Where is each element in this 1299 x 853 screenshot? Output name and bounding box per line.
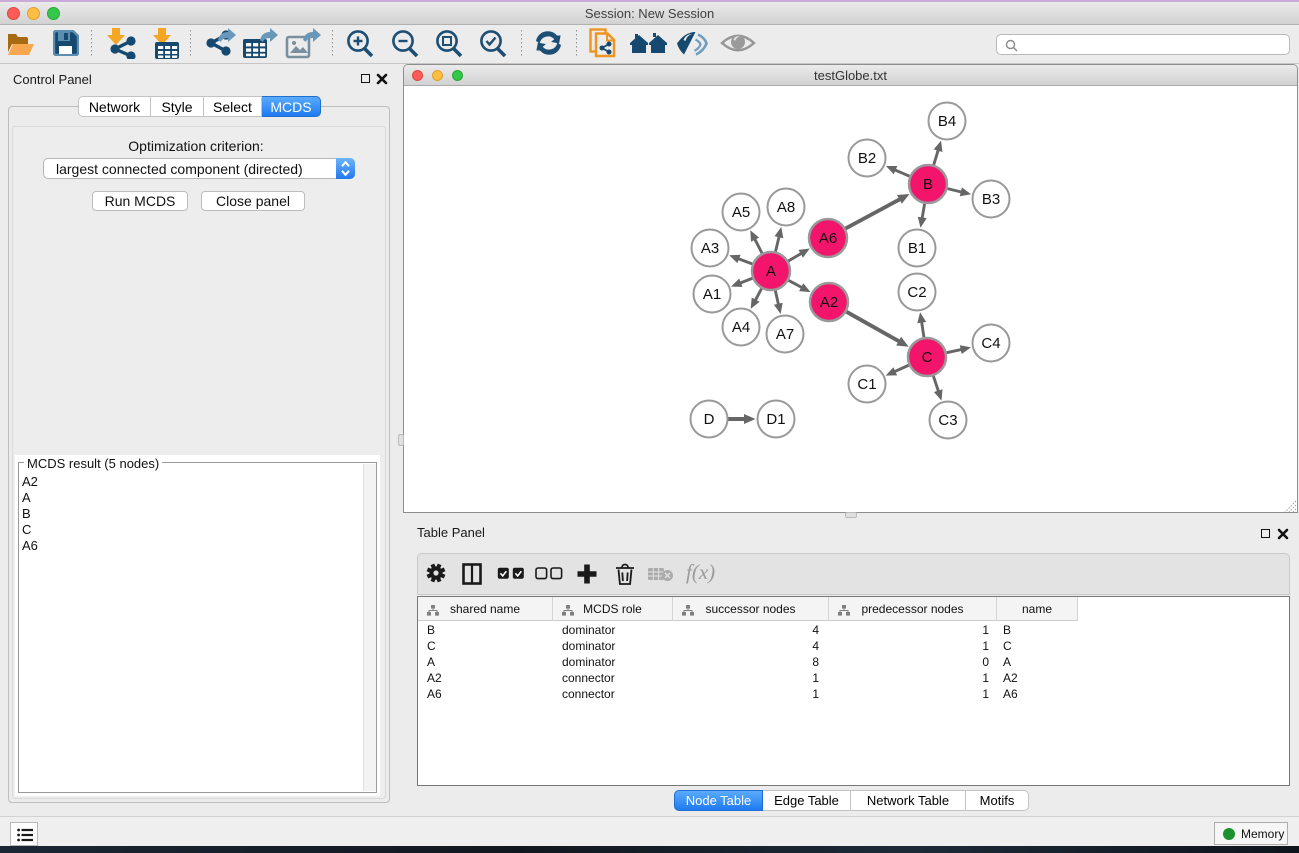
svg-text:D: D xyxy=(704,411,715,428)
svg-text:C3: C3 xyxy=(938,412,957,429)
svg-text:A6: A6 xyxy=(819,230,837,247)
svg-text:A2: A2 xyxy=(820,294,838,311)
svg-text:B4: B4 xyxy=(938,113,956,130)
svg-text:C4: C4 xyxy=(981,335,1000,352)
svg-text:A3: A3 xyxy=(701,240,719,257)
svg-text:B3: B3 xyxy=(982,191,1000,208)
svg-text:A: A xyxy=(766,263,776,280)
svg-text:C2: C2 xyxy=(907,284,926,301)
svg-text:C1: C1 xyxy=(857,376,876,393)
svg-text:B1: B1 xyxy=(908,240,926,257)
svg-text:A5: A5 xyxy=(732,204,750,221)
svg-text:C: C xyxy=(922,349,933,366)
svg-text:A4: A4 xyxy=(732,319,750,336)
svg-text:A1: A1 xyxy=(703,286,721,303)
svg-text:D1: D1 xyxy=(766,411,785,428)
svg-text:B2: B2 xyxy=(858,150,876,167)
svg-text:A7: A7 xyxy=(776,326,794,343)
svg-text:B: B xyxy=(923,176,933,193)
svg-text:A8: A8 xyxy=(777,199,795,216)
